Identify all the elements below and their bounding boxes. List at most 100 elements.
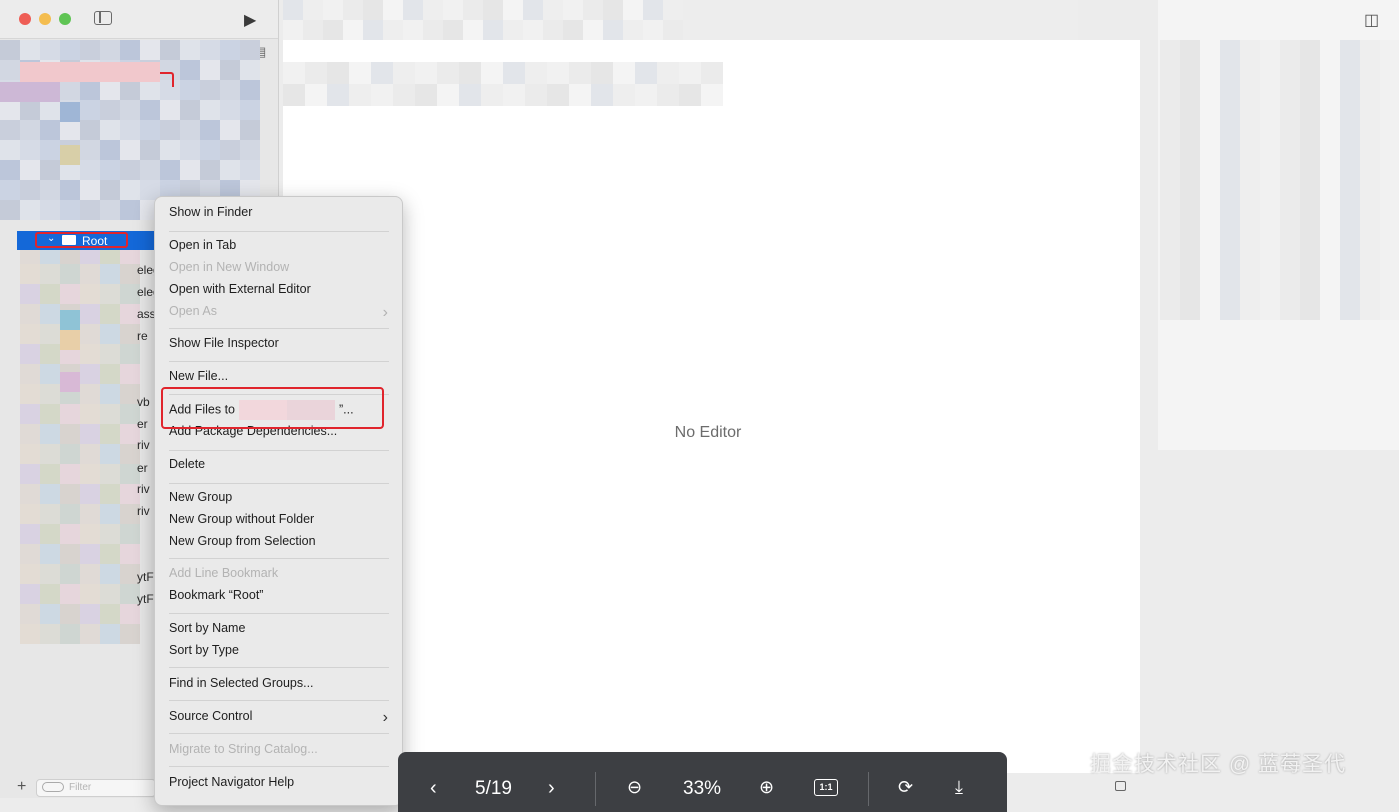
blur-pixel (40, 504, 60, 524)
menu-item-delete[interactable]: Delete (169, 457, 205, 471)
blur-pixel (423, 20, 443, 40)
rotate-icon[interactable]: ⟳ (898, 777, 913, 798)
blur-pixel (1240, 300, 1260, 320)
zoom-in-icon[interactable]: ⊕ (759, 777, 774, 798)
blur-pixel (323, 0, 343, 20)
menu-item-find-in-selected-groups[interactable]: Find in Selected Groups... (169, 676, 314, 690)
blur-pixel (60, 524, 80, 544)
menu-item-source-control[interactable]: Source Control (169, 709, 252, 723)
blur-pixel (643, 0, 663, 20)
blur-pixel (1220, 80, 1240, 100)
blur-pixel (80, 140, 100, 160)
menu-item-show-file-inspector[interactable]: Show File Inspector (169, 336, 279, 350)
blur-pixel (1380, 140, 1399, 160)
blur-pixel (349, 84, 371, 106)
blur-pixel (100, 524, 120, 544)
blur-pixel (100, 324, 120, 344)
inspector-toggle-icon[interactable]: ◫ (1364, 10, 1379, 30)
blur-pixel (20, 424, 40, 444)
menu-separator (169, 450, 389, 451)
blur-pixel (20, 544, 40, 564)
menu-item-bookmark-root[interactable]: Bookmark “Root” (169, 588, 263, 602)
blur-pixel (1360, 200, 1380, 220)
menu-separator (169, 361, 389, 362)
sidebar-toggle-icon[interactable] (94, 11, 112, 25)
blur-pixel (1340, 40, 1360, 60)
next-page-icon[interactable]: › (548, 777, 555, 800)
blur-pixel (1340, 100, 1360, 120)
blur-pixel (1280, 40, 1300, 60)
blur-pixel (1160, 120, 1180, 140)
blur-pixel (120, 80, 140, 100)
blur-pixel (120, 604, 140, 624)
menu-item-sort-by-type[interactable]: Sort by Type (169, 643, 239, 657)
blur-pixel (160, 120, 180, 140)
blur-pixel (60, 404, 80, 424)
blur-pixel (100, 504, 120, 524)
blur-pixel (60, 372, 80, 392)
blur-pixel (1260, 220, 1280, 240)
blur-pixel (200, 120, 220, 140)
filter-field[interactable]: Filter (36, 779, 156, 797)
blur-pixel (1320, 200, 1340, 220)
blur-pixel (1380, 40, 1399, 60)
blur-pixel (100, 200, 120, 220)
menu-item-label: Show in Finder (169, 205, 253, 219)
zoom-out-icon[interactable]: ⊖ (627, 777, 642, 798)
menu-item-new-file[interactable]: New File... (169, 369, 228, 383)
menu-item-new-group-from-selection[interactable]: New Group from Selection (169, 534, 316, 548)
blur-pixel (415, 84, 437, 106)
blur-pixel (1320, 100, 1340, 120)
run-button[interactable]: ▶ (244, 10, 256, 30)
blur-pixel (1280, 180, 1300, 200)
blur-pixel (60, 544, 80, 564)
menu-separator (169, 667, 389, 668)
minimize-window-button[interactable] (39, 13, 51, 25)
blur-pixel (525, 62, 547, 84)
blur-pixel (1260, 280, 1280, 300)
menu-item-new-group[interactable]: New Group (169, 490, 232, 504)
blur-pixel (1240, 40, 1260, 60)
blur-pixel (1280, 240, 1300, 260)
blur-pixel (1380, 260, 1399, 280)
previous-page-icon[interactable]: ‹ (430, 777, 437, 800)
add-files-annotation-box (161, 387, 384, 429)
blur-pixel (40, 200, 60, 220)
blur-pixel (1320, 180, 1340, 200)
debug-area-toggle-icon[interactable] (1115, 781, 1126, 791)
blur-pixel (20, 160, 40, 180)
actual-size-button[interactable]: 1:1 (814, 779, 838, 796)
menu-item-sort-by-name[interactable]: Sort by Name (169, 621, 245, 635)
blur-pixel (80, 564, 100, 584)
blur-pixel (60, 180, 80, 200)
menu-item-open-with-external-editor[interactable]: Open with External Editor (169, 282, 311, 296)
filter-options-icon[interactable] (42, 782, 64, 792)
blur-pixel (623, 0, 643, 20)
menu-item-project-navigator-help[interactable]: Project Navigator Help (169, 775, 294, 789)
blur-pixel (80, 100, 100, 120)
blur-pixel (1160, 240, 1180, 260)
blur-pixel (1200, 260, 1220, 280)
blur-pixel (1280, 60, 1300, 80)
blur-pixel (120, 524, 140, 544)
menu-item-new-group-without-folder[interactable]: New Group without Folder (169, 512, 314, 526)
blur-pixel (1300, 200, 1320, 220)
download-icon[interactable]: ⤓ (955, 777, 963, 798)
blur-pixel (1200, 60, 1220, 80)
blur-pixel (1260, 200, 1280, 220)
blur-pixel (100, 62, 120, 82)
close-window-button[interactable] (19, 13, 31, 25)
blur-pixel (0, 82, 20, 102)
blur-pixel (100, 484, 120, 504)
menu-item-show-in-finder[interactable]: Show in Finder (169, 205, 252, 219)
add-button[interactable]: + (17, 778, 26, 796)
blur-pixel (1380, 60, 1399, 80)
blur-pixel (1220, 180, 1240, 200)
blur-pixel (383, 20, 403, 40)
blur-pixel (1340, 80, 1360, 100)
zoom-window-button[interactable] (59, 13, 71, 25)
blur-pixel (1180, 200, 1200, 220)
menu-item-open-in-tab[interactable]: Open in Tab (169, 238, 236, 252)
blur-pixel (1200, 200, 1220, 220)
blur-pixel (443, 0, 463, 20)
